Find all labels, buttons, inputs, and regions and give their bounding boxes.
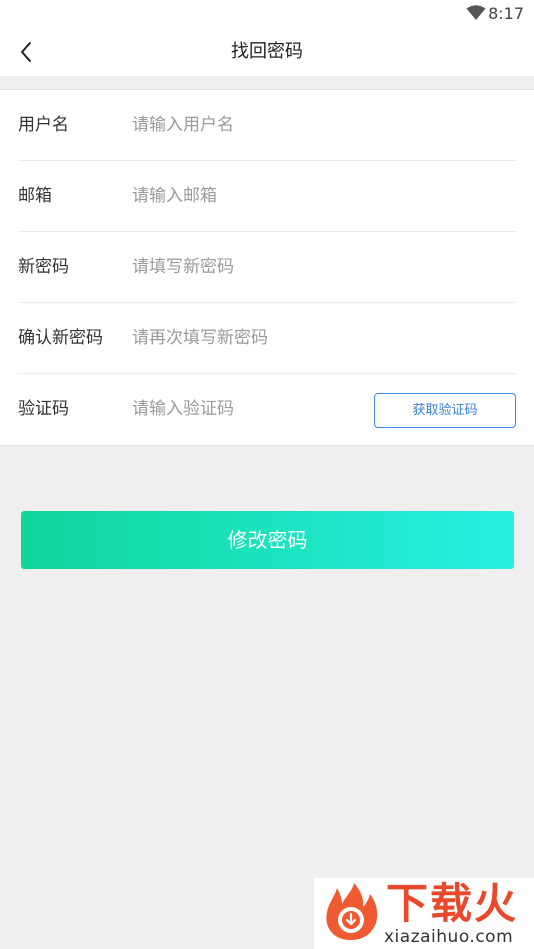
verification-code-row: 验证码 获取验证码 [0, 374, 534, 445]
email-row: 邮箱 [0, 161, 534, 232]
username-input[interactable] [132, 110, 362, 140]
page-title: 找回密码 [231, 41, 303, 62]
new-password-row: 新密码 [0, 232, 534, 303]
confirm-password-label: 确认新密码 [18, 328, 103, 348]
status-bar: 8:17 [0, 0, 534, 28]
confirm-password-input[interactable] [132, 323, 362, 353]
get-verification-code-button[interactable]: 获取验证码 [374, 393, 516, 428]
username-label: 用户名 [18, 115, 69, 135]
email-label: 邮箱 [18, 186, 52, 206]
reset-password-form: 用户名 邮箱 新密码 确认新密码 验证码 获取验证码 [0, 89, 534, 446]
new-password-input[interactable] [132, 252, 362, 282]
watermark: 下载火 xiazaihuo.com [314, 878, 534, 949]
find-password-screen: 8:17 找回密码 用户名 邮箱 新密码 确认新密码 [0, 0, 534, 949]
change-password-button[interactable]: 修改密码 [21, 511, 514, 569]
watermark-name: 下载火 [386, 879, 519, 928]
status-time: 8:17 [488, 4, 524, 23]
title-bar: 找回密码 [0, 28, 534, 76]
wifi-icon [466, 5, 486, 20]
watermark-domain: xiazaihuo.com [384, 927, 514, 947]
new-password-label: 新密码 [18, 257, 69, 277]
flame-download-logo-icon [326, 883, 378, 940]
username-row: 用户名 [0, 90, 534, 161]
email-input[interactable] [132, 181, 362, 211]
verification-code-label: 验证码 [18, 399, 69, 419]
verification-code-input[interactable] [132, 394, 332, 424]
confirm-password-row: 确认新密码 [0, 303, 534, 374]
